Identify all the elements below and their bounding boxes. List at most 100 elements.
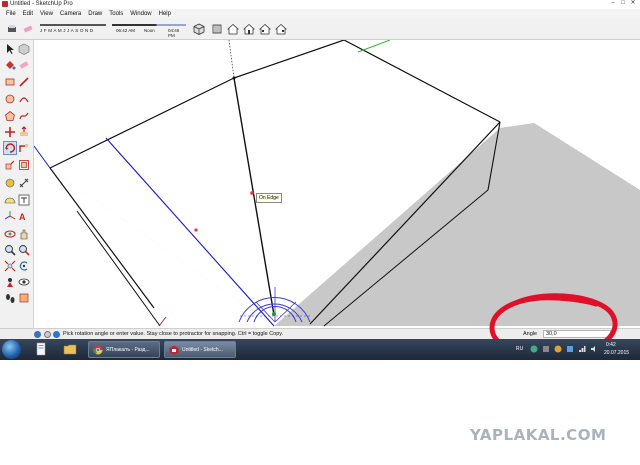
taskbar-item-chrome[interactable]: ЯПлакалъ - Разд...	[88, 341, 160, 358]
back-view-icon[interactable]	[259, 23, 271, 35]
maximize-button[interactable]: □	[619, 0, 627, 7]
window-title: Untitled - SketchUp Pro	[10, 1, 73, 7]
model-viewport[interactable]: On Edge	[34, 40, 640, 328]
sketchup-icon	[2, 1, 8, 7]
iso-view-icon[interactable]	[193, 23, 205, 35]
menu-window[interactable]: Window	[127, 9, 155, 19]
pan-icon[interactable]	[18, 228, 30, 240]
select-icon[interactable]	[4, 43, 16, 55]
follow-me-icon[interactable]	[18, 142, 30, 154]
clock-time[interactable]: 0:42	[606, 342, 616, 348]
window-controls: – □ ✕	[609, 0, 637, 8]
section-plane-icon[interactable]	[18, 292, 30, 304]
tape-measure-icon[interactable]	[4, 177, 16, 189]
midpoint-marker	[250, 191, 254, 195]
toolbar: J F M A M J J A S O N D 06:42 AM Noon 04…	[0, 19, 640, 40]
status-hint: Pick rotation angle or enter value. Stay…	[63, 331, 284, 337]
paint-bucket-icon[interactable]	[4, 59, 16, 71]
zoom-extents-icon[interactable]	[4, 260, 16, 272]
line-icon[interactable]	[18, 76, 30, 88]
text-icon[interactable]	[18, 194, 30, 206]
right-view-icon[interactable]	[243, 23, 255, 35]
geo-location-icon[interactable]	[34, 331, 41, 338]
green-axis	[357, 40, 391, 53]
inference-tooltip: On Edge	[256, 193, 282, 203]
language-indicator[interactable]: RU	[516, 346, 523, 352]
tool-palette: A	[0, 40, 34, 328]
circle-icon[interactable]	[4, 93, 16, 105]
rotation-axis-line[interactable]	[34, 145, 51, 169]
tray-app-icon[interactable]	[566, 345, 574, 353]
orbit-icon[interactable]	[4, 228, 16, 240]
sketchup-screen: Untitled - SketchUp Pro – □ ✕ File Edit …	[0, 0, 640, 465]
menu-file[interactable]: File	[3, 9, 20, 19]
polygon-icon[interactable]	[4, 110, 16, 122]
shadow-months-label: J F M A M J J A S O N D	[40, 28, 94, 33]
axes-icon[interactable]	[4, 210, 16, 222]
eraser-icon[interactable]	[18, 59, 30, 71]
system-tray: RU 0:42 20.07.2015	[508, 341, 640, 358]
clock-date[interactable]: 20.07.2015	[604, 350, 629, 356]
previous-view-icon[interactable]	[18, 260, 30, 272]
minimize-button[interactable]: –	[609, 0, 617, 7]
explorer-folder-icon[interactable]	[63, 342, 77, 356]
menu-camera[interactable]: Camera	[57, 9, 85, 19]
scale-icon[interactable]	[4, 159, 16, 171]
menu-edit[interactable]: Edit	[20, 9, 37, 19]
shadow-time-end: 04:46 PM	[168, 28, 180, 38]
make-component-icon[interactable]	[18, 43, 30, 55]
vertex-marker	[232, 76, 236, 80]
front-view-icon[interactable]	[227, 23, 239, 35]
move-icon[interactable]	[4, 126, 16, 138]
shadow-time-start: 06:42 AM	[116, 28, 136, 33]
taskbar-item-sketchup[interactable]: Untitled - Sketch...	[164, 341, 236, 358]
menu-draw[interactable]: Draw	[85, 9, 106, 19]
protractor-icon[interactable]	[4, 194, 16, 206]
taskbar-item-label: Untitled - Sketch...	[182, 347, 223, 353]
dimension-icon[interactable]	[18, 177, 30, 189]
arc-icon[interactable]	[18, 93, 30, 105]
shadow-month-slider[interactable]: J F M A M J J A S O N D	[40, 22, 106, 36]
volume-icon[interactable]	[590, 345, 598, 353]
menu-tools[interactable]: Tools	[106, 9, 127, 19]
rectangle-icon[interactable]	[4, 76, 16, 88]
tray-app-icon[interactable]	[554, 345, 562, 353]
close-button[interactable]: ✕	[629, 0, 637, 7]
chrome-icon	[93, 345, 103, 355]
help-icon[interactable]	[53, 331, 60, 338]
model-canvas[interactable]	[34, 40, 640, 328]
rotate-icon[interactable]	[3, 141, 17, 155]
3d-text-icon[interactable]: A	[18, 210, 30, 222]
shadow-time-noon: Noon	[144, 28, 155, 33]
freehand-icon[interactable]	[18, 110, 30, 122]
red-axis-bottom	[158, 316, 167, 327]
look-around-icon[interactable]	[18, 276, 30, 288]
start-button[interactable]	[2, 340, 21, 359]
title-bar: Untitled - SketchUp Pro – □ ✕	[0, 0, 640, 9]
edge-point-marker	[194, 228, 198, 232]
menu-bar: File Edit View Camera Draw Tools Window …	[0, 9, 640, 19]
push-pull-icon[interactable]	[18, 126, 30, 138]
walk-icon[interactable]	[4, 292, 16, 304]
zoom-window-icon[interactable]	[18, 244, 30, 256]
shadow-time-slider[interactable]: 06:42 AM Noon 04:46 PM	[112, 22, 186, 38]
eraser-icon[interactable]	[22, 23, 34, 35]
network-icon[interactable]	[578, 345, 586, 353]
documents-icon[interactable]	[34, 342, 48, 356]
left-view-icon[interactable]	[275, 23, 287, 35]
credits-icon[interactable]	[44, 331, 51, 338]
taskbar-item-label: ЯПлакалъ - Разд...	[106, 347, 150, 353]
tray-app-icon[interactable]	[530, 345, 538, 353]
top-view-icon[interactable]	[211, 23, 223, 35]
tray-app-icon[interactable]	[542, 345, 550, 353]
position-camera-icon[interactable]	[4, 276, 16, 288]
windows-taskbar: ЯПлакалъ - Разд... Untitled - Sketch... …	[0, 339, 640, 360]
rotation-center-marker	[272, 312, 276, 316]
menu-view[interactable]: View	[37, 9, 57, 19]
print-icon[interactable]	[6, 23, 18, 35]
watermark: YAPLAKAL.COM	[470, 426, 607, 444]
menu-help[interactable]: Help	[156, 9, 175, 19]
zoom-icon[interactable]	[4, 244, 16, 256]
offset-icon[interactable]	[18, 159, 30, 171]
sketchup-icon	[169, 345, 179, 355]
